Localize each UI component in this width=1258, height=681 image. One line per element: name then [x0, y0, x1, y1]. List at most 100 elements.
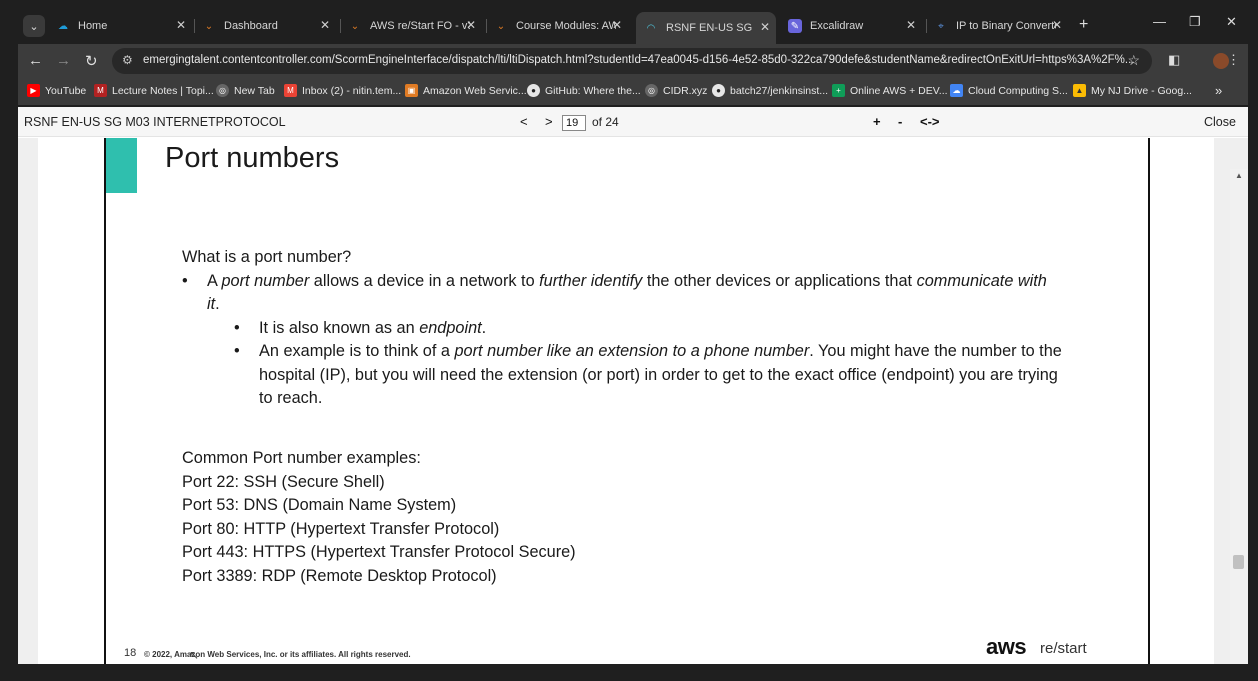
page-count: of 24 — [592, 115, 619, 129]
bookmark-jenkins[interactable]: ● batch27/jenkinsinst... — [712, 84, 828, 97]
menu-icon[interactable]: ⋮ — [1227, 52, 1240, 68]
text-run-italic: further identify — [539, 271, 643, 290]
back-button[interactable]: ← — [28, 52, 43, 69]
drive-icon: ▲ — [1073, 84, 1086, 97]
browser-window: ⌄ ☁ Home ✕ ⌄ Dashboard ✕ ⌄ AWS re/Start … — [0, 0, 1258, 681]
new-tab-button[interactable]: + — [1079, 16, 1088, 34]
canvas-icon: ⌄ — [350, 20, 360, 32]
address-bar[interactable]: ⚙ emergingtalent.contentcontroller.com/S… — [112, 48, 1152, 74]
sub-bullet-endpoint: It is also known as an endpoint. — [182, 317, 1062, 341]
loading-icon: ◠ — [646, 22, 656, 34]
bookmarks-bar: ▶ YouTube M Lecture Notes | Topi... ◎ New T… — [18, 78, 1248, 105]
tab-divider — [340, 19, 341, 33]
tab-label: Home — [78, 20, 108, 32]
bookmark-aws[interactable]: ▣ Amazon Web Servic... — [405, 84, 527, 97]
slide: Port numbers What is a port number? A po… — [38, 138, 1214, 664]
close-icon[interactable]: ✕ — [760, 20, 770, 34]
bookmark-youtube[interactable]: ▶ YouTube — [27, 84, 86, 97]
bookmark-label: Online AWS + DEV... — [850, 84, 948, 97]
tab-ip-binary[interactable]: ⌖ IP to Binary Converte ✕ — [934, 14, 1062, 38]
tab-label: Excalidraw — [810, 20, 864, 32]
text-run-italic: port number — [221, 271, 310, 290]
text-run: A — [207, 271, 222, 290]
site-info-icon[interactable]: ⚙ — [122, 53, 133, 67]
excalidraw-icon: ✎ — [788, 19, 802, 33]
bookmark-drive[interactable]: ▲ My NJ Drive - Goog... — [1073, 84, 1192, 97]
tab-label: Course Modules: AW — [516, 20, 616, 32]
slide-body: What is a port number? A port number all… — [182, 246, 1062, 411]
tab-course-modules[interactable]: ⌄ Course Modules: AW ✕ — [494, 14, 622, 38]
next-page-button[interactable]: > — [545, 114, 553, 129]
url-text: emergingtalent.contentcontroller.com/Sco… — [143, 54, 1135, 66]
prev-page-button[interactable]: < — [520, 114, 528, 129]
tab-excalidraw[interactable]: ✎ Excalidraw ✕ — [788, 14, 916, 38]
tab-label: IP to Binary Converte — [956, 20, 1056, 32]
reload-icon: ↻ — [85, 53, 98, 70]
minimize-icon: — — [1153, 14, 1166, 29]
globe-icon: ◎ — [216, 84, 229, 97]
text-run: . — [481, 318, 487, 337]
chevron-right-double-icon: » — [1215, 83, 1223, 98]
bookmark-label: GitHub: Where the... — [545, 84, 641, 97]
restore-icon: ❐ — [1189, 14, 1201, 29]
player-header: RSNF EN-US SG M03 INTERNETPROTOCOL < > o… — [18, 107, 1248, 137]
more-bookmarks-button[interactable]: » — [1215, 83, 1222, 98]
bookmark-new-tab[interactable]: ◎ New Tab — [216, 84, 275, 97]
forward-button[interactable]: → — [56, 52, 71, 69]
minimize-button[interactable]: — — [1153, 14, 1166, 29]
scroll-up-icon[interactable]: ▲ — [1235, 171, 1243, 180]
scroll-thumb[interactable] — [1233, 555, 1244, 569]
page-number-input[interactable] — [562, 115, 586, 131]
bookmark-sheets[interactable]: + Online AWS + DEV... — [832, 84, 948, 97]
star-icon[interactable]: ☆ — [1127, 52, 1140, 69]
side-panel-icon[interactable]: ◧ — [1168, 52, 1180, 68]
aws-box-icon: ▣ — [405, 84, 418, 97]
list-item: Port 3389: RDP (Remote Desktop Protocol) — [182, 566, 497, 585]
bookmark-lecture-notes[interactable]: M Lecture Notes | Topi... — [94, 84, 214, 97]
close-icon[interactable]: ✕ — [1052, 18, 1062, 32]
tab-divider — [486, 19, 487, 33]
bookmark-label: Amazon Web Servic... — [423, 84, 527, 97]
close-player-button[interactable]: Close — [1204, 115, 1236, 129]
bookmark-gmail[interactable]: M Inbox (2) - nitin.tem... — [284, 84, 401, 97]
fit-width-button[interactable]: <-> — [920, 114, 940, 129]
close-window-button[interactable]: ✕ — [1226, 14, 1237, 30]
bullet-port-number: A port number allows a device in a netwo… — [182, 270, 1062, 317]
text-run-italic: port number like an extension to a phone… — [454, 342, 810, 360]
close-icon[interactable]: ✕ — [176, 18, 186, 32]
tab-dashboard[interactable]: ⌄ Dashboard ✕ — [202, 14, 330, 38]
gmail-icon: M — [284, 84, 297, 97]
reload-button[interactable]: ↻ — [85, 52, 98, 70]
bookmark-github[interactable]: ● GitHub: Where the... — [527, 84, 641, 97]
close-icon[interactable]: ✕ — [906, 18, 916, 32]
zoom-out-button[interactable]: - — [898, 114, 902, 129]
github-icon: ● — [712, 84, 725, 97]
text-run: An example is to think of a — [259, 342, 455, 360]
sub-bullet-example: An example is to think of a port number … — [182, 340, 1062, 411]
title-accent-bar — [106, 138, 137, 193]
zoom-in-button[interactable]: + — [873, 114, 881, 129]
text-run: allows a device in a network to — [309, 271, 540, 290]
close-icon[interactable]: ✕ — [466, 18, 476, 32]
youtube-icon: ▶ — [27, 84, 40, 97]
tab-home[interactable]: ☁ Home ✕ — [56, 14, 186, 38]
tab-search-button[interactable]: ⌄ — [23, 15, 45, 37]
mit-icon: M — [94, 84, 107, 97]
tab-aws-restart[interactable]: ⌄ AWS re/Start FO - v3 ✕ — [348, 14, 476, 38]
text-run: the other devices or applications that — [642, 271, 917, 290]
bookmark-label: My NJ Drive - Goog... — [1091, 84, 1192, 97]
text-run: . — [215, 295, 220, 313]
tab-strip: ⌄ ☁ Home ✕ ⌄ Dashboard ✕ ⌄ AWS re/Start … — [0, 0, 1258, 44]
globe-icon: ◎ — [645, 84, 658, 97]
restore-button[interactable]: ❐ — [1189, 14, 1201, 30]
bookmark-cidr[interactable]: ◎ CIDR.xyz — [645, 84, 707, 97]
restart-logo-text: re/start — [1040, 640, 1087, 657]
bookmark-cloud-computing[interactable]: ☁ Cloud Computing S... — [950, 84, 1068, 97]
tab-rsnf-active[interactable]: ◠ RSNF EN-US SG M03 ✕ — [636, 12, 776, 44]
tab-divider — [194, 19, 195, 33]
browser-toolbar: ← → ↻ ⚙ emergingtalent.contentcontroller… — [18, 44, 1248, 78]
close-icon[interactable]: ✕ — [320, 18, 330, 32]
vertical-scrollbar[interactable]: ▲ ▼ — [1230, 169, 1248, 664]
slide-border-left — [104, 138, 106, 664]
close-icon[interactable]: ✕ — [612, 18, 622, 32]
